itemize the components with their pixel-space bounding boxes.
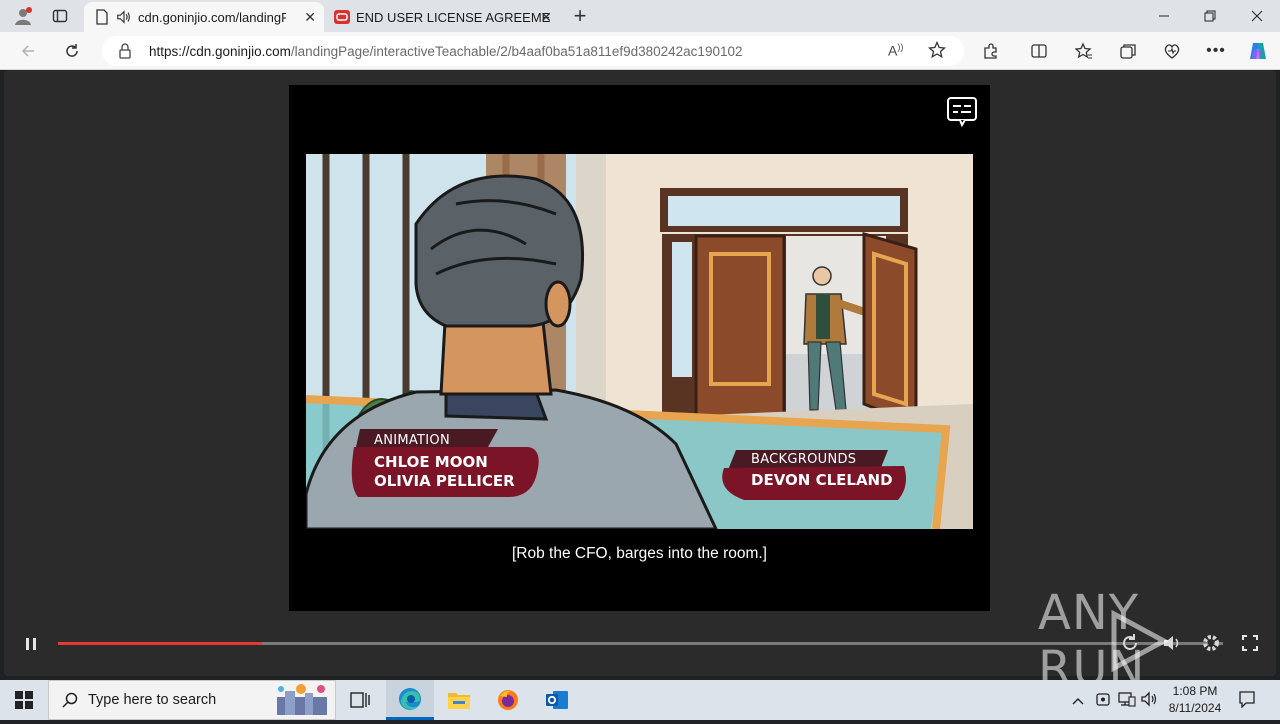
file-explorer-icon[interactable] (435, 680, 483, 720)
browser-toolbar: https://cdn.goninjio.com/landingPage/int… (0, 32, 1280, 70)
show-hidden-icons-chevron-icon[interactable] (1071, 693, 1085, 711)
credit-role: BACKGROUNDS (751, 452, 857, 467)
speaker-icon[interactable] (1141, 691, 1159, 712)
tab-strip: cdn.goninjio.com/landingP ✕ END USER LIC… (0, 0, 1280, 32)
copilot-icon[interactable] (1244, 37, 1272, 65)
url-domain: https://cdn.goninjio.com (149, 43, 291, 59)
taskbar-clock[interactable]: 1:08 PM 8/11/2024 (1162, 683, 1228, 717)
credit-name: OLIVIA PELLICER (374, 472, 515, 490)
clock-date: 8/11/2024 (1168, 701, 1222, 715)
credit-name: DEVON CLELAND (751, 471, 893, 489)
close-tab-icon[interactable]: ✕ (304, 9, 316, 26)
collections-icon[interactable] (1114, 37, 1142, 65)
captions-icon[interactable] (946, 96, 978, 128)
browser-essentials-icon[interactable] (1158, 37, 1186, 65)
edge-browser-icon[interactable] (386, 680, 434, 720)
minimize-icon[interactable] (1141, 0, 1187, 32)
credit-name: CHLOE MOON (374, 453, 488, 471)
close-tab-icon[interactable]: ✕ (540, 9, 552, 26)
task-view-icon[interactable] (336, 680, 384, 720)
meet-now-icon[interactable] (1095, 691, 1111, 712)
restore-icon[interactable] (1187, 0, 1233, 32)
firefox-icon[interactable] (484, 680, 532, 720)
anyrun-watermark: ANY RUN (1038, 585, 1280, 697)
credit-role: ANIMATION (374, 433, 450, 448)
extensions-icon[interactable] (977, 37, 1005, 65)
search-highlight-icon (271, 683, 333, 724)
tab-eula[interactable]: END USER LICENSE AGREEMENT ✕ (324, 2, 560, 32)
url-path: /landingPage/interactiveTeachable/2/b4aa… (290, 43, 743, 59)
search-placeholder: Type here to search (88, 692, 217, 708)
refresh-icon[interactable] (58, 37, 86, 65)
page-icon (94, 9, 110, 25)
tab-title: cdn.goninjio.com/landingP (138, 9, 286, 25)
close-window-icon[interactable] (1234, 0, 1280, 32)
video-subtitle: [Rob the CFO, barges into the room.] (511, 545, 767, 562)
video-progress-fill (58, 642, 262, 645)
tab-goninjio[interactable]: cdn.goninjio.com/landingP ✕ (84, 2, 324, 32)
windows-taskbar: Type here to search 1:08 PM 8/11/2024 (0, 680, 1280, 720)
site-favicon-icon (334, 9, 350, 25)
tab-title: END USER LICENSE AGREEMENT (356, 9, 550, 25)
read-aloud-icon[interactable]: A)) (888, 42, 903, 59)
network-icon[interactable] (1118, 691, 1136, 712)
credit-badge-right: BACKGROUNDS DEVON CLELAND (714, 446, 908, 502)
new-tab-icon[interactable]: + (565, 1, 595, 31)
taskbar-search[interactable]: Type here to search (48, 680, 336, 720)
favorite-star-icon[interactable] (927, 40, 947, 64)
audio-playing-icon[interactable] (116, 9, 132, 25)
start-windows-icon[interactable] (0, 680, 48, 720)
favorites-icon[interactable] (1070, 37, 1098, 65)
tab-actions-icon[interactable] (45, 1, 75, 31)
play-logo-icon (1111, 610, 1170, 672)
address-bar[interactable]: https://cdn.goninjio.com/landingPage/int… (102, 36, 964, 66)
credit-badge-left: ANIMATION CHLOE MOON OLIVIA PELLICER (348, 425, 540, 501)
url-text[interactable]: https://cdn.goninjio.com/landingPage/int… (149, 44, 742, 59)
pause-icon[interactable] (24, 636, 38, 652)
split-screen-icon[interactable] (1025, 37, 1053, 65)
clock-time: 1:08 PM (1172, 684, 1218, 698)
profile-icon[interactable] (8, 1, 38, 31)
back-icon[interactable] (14, 37, 42, 65)
search-icon (62, 692, 78, 713)
notifications-icon[interactable] (1238, 690, 1256, 713)
lock-icon[interactable] (118, 43, 132, 64)
more-menu-icon[interactable]: ••• (1202, 37, 1230, 65)
outlook-icon[interactable] (533, 680, 581, 720)
